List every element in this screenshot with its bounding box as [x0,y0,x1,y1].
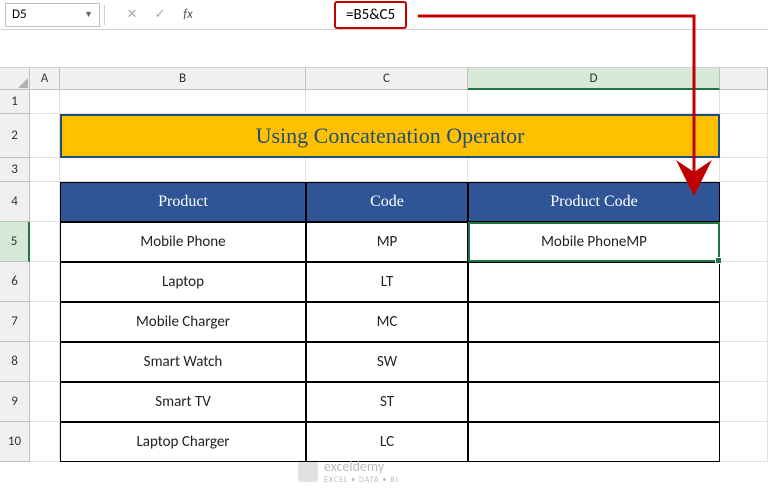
cells-area[interactable]: Using Concatenation Operator ProductCodeP… [30,90,768,462]
cell[interactable] [720,182,768,222]
fx-icon[interactable]: fx [175,4,201,26]
cell[interactable] [720,262,768,302]
formula-bar: D5 ▼ ✕ ✓ fx =B5&C5 [0,0,768,30]
cell-product[interactable]: Smart Watch [60,342,306,382]
cell-product[interactable]: Laptop Charger [60,422,306,462]
col-header-extra[interactable] [720,68,768,90]
cell[interactable] [306,158,468,182]
formula-highlight: =B5&C5 [334,1,407,29]
row-header-1[interactable]: 1 [0,90,30,114]
column-header-row: ABCD [0,68,768,90]
cell[interactable] [30,182,60,222]
col-header-A[interactable]: A [30,68,60,90]
cell[interactable] [30,342,60,382]
enter-icon[interactable]: ✓ [147,4,173,26]
row-header-7[interactable]: 7 [0,302,30,342]
cell-result[interactable] [468,382,720,422]
col-header-C[interactable]: C [306,68,468,90]
row-header-8[interactable]: 8 [0,342,30,382]
cell-result-selected[interactable]: Mobile PhoneMP [468,222,720,262]
select-all-corner[interactable] [0,68,30,90]
cell[interactable] [720,158,768,182]
cell[interactable] [306,90,468,114]
cell-result[interactable] [468,302,720,342]
cell-code[interactable]: MP [306,222,468,262]
cell-code[interactable]: MC [306,302,468,342]
row-header-2[interactable]: 2 [0,114,30,158]
chevron-down-icon[interactable]: ▼ [84,9,93,20]
col-header-D[interactable]: D [468,68,720,90]
formula-text: =B5&C5 [346,6,395,24]
cell[interactable] [720,114,768,158]
cell-result[interactable] [468,262,720,302]
cell[interactable] [720,382,768,422]
cell-code[interactable]: ST [306,382,468,422]
grid-body: 12345678910 Using Concatenation Operator… [0,90,768,462]
cell[interactable] [30,90,60,114]
col-header-B[interactable]: B [60,68,306,90]
cell[interactable] [468,90,720,114]
fill-handle[interactable] [715,257,722,264]
watermark: exceldemy EXCEL • DATA • BI [298,458,399,485]
cell-product[interactable]: Laptop [60,262,306,302]
cell-code[interactable]: SW [306,342,468,382]
header-code[interactable]: Code [306,182,468,222]
title-cell[interactable]: Using Concatenation Operator [60,114,720,158]
cell-result[interactable] [468,342,720,382]
cell[interactable] [468,158,720,182]
row-header-5[interactable]: 5 [0,222,30,262]
cell[interactable] [720,342,768,382]
row-header-3[interactable]: 3 [0,158,30,182]
header-product[interactable]: Product [60,182,306,222]
cell[interactable] [30,382,60,422]
watermark-brand: exceldemy [324,458,399,475]
cell[interactable] [30,114,60,158]
cell-code[interactable]: LT [306,262,468,302]
watermark-icon [298,462,318,482]
cell-result[interactable] [468,422,720,462]
cell[interactable] [30,262,60,302]
cell[interactable] [30,222,60,262]
row-header-6[interactable]: 6 [0,262,30,302]
cell[interactable] [30,158,60,182]
name-box-value: D5 [12,7,27,22]
row-header-4[interactable]: 4 [0,182,30,222]
spacer [0,30,768,68]
cancel-icon[interactable]: ✕ [119,4,145,26]
cell[interactable] [720,422,768,462]
formula-bar-icons: ✕ ✓ fx [109,4,211,26]
row-header-10[interactable]: 10 [0,422,30,462]
header-product-code[interactable]: Product Code [468,182,720,222]
cell-product[interactable]: Smart TV [60,382,306,422]
cell[interactable] [720,90,768,114]
name-box[interactable]: D5 ▼ [5,3,100,27]
row-header-9[interactable]: 9 [0,382,30,422]
cell[interactable] [30,302,60,342]
cell[interactable] [60,158,306,182]
cell[interactable] [720,222,768,262]
cell-code[interactable]: LC [306,422,468,462]
cell-product[interactable]: Mobile Phone [60,222,306,262]
watermark-tagline: EXCEL • DATA • BI [324,475,399,485]
formula-input[interactable] [211,3,768,27]
cell[interactable] [720,302,768,342]
cell[interactable] [60,90,306,114]
cell[interactable] [30,422,60,462]
divider [104,5,105,25]
cell-product[interactable]: Mobile Charger [60,302,306,342]
